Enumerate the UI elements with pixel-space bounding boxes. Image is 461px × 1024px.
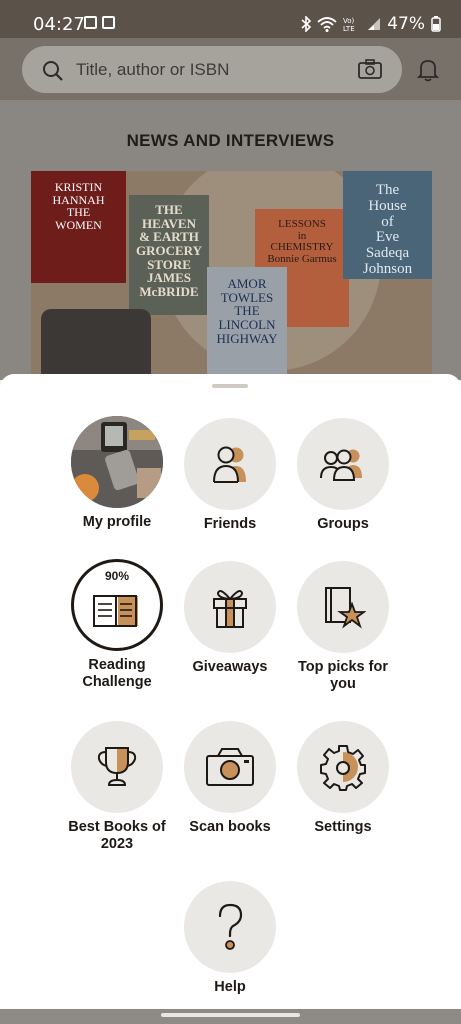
wifi-icon [317,17,337,32]
search-bar[interactable]: Title, author or ISBN [22,46,402,93]
battery-icon [431,16,441,32]
signal-icon [368,18,381,30]
menu-item-label: Friends [203,516,257,532]
friends-icon [213,446,246,483]
menu-item-scan-books[interactable]: Scan books [165,721,295,836]
menu-item-label: Groups [317,516,369,532]
menu-item-my-profile[interactable]: My profile [52,416,182,531]
best-books-circle [71,721,163,813]
menu-item-groups[interactable]: Groups [278,418,408,533]
search-icon [43,61,63,81]
drag-handle[interactable] [212,384,248,388]
system-icons: Vo) LTE 47% [301,14,441,34]
profile-photo [71,416,163,508]
gesture-nav-bar [0,1009,461,1024]
book-cover: The House of Eve Sadeqa Johnson [343,171,432,279]
question-icon [218,903,243,950]
groups-icon [320,449,362,481]
trophy-icon [97,747,137,786]
groups-circle [297,418,389,510]
image-icon [84,16,97,29]
menu-item-friends[interactable]: Friends [165,418,295,533]
feed-background: NEWS AND INTERVIEWS KRISTIN HANNAH THE WOME… [0,100,461,380]
svg-text:LTE: LTE [343,25,355,32]
book-star-icon [325,587,366,629]
typewriter-illustration [41,309,151,376]
menu-item-label: Best Books of 2023 [68,819,166,852]
menu-item-label: My profile [82,514,152,530]
menu-item-top-picks[interactable]: Top picks for you [278,561,408,693]
reading-challenge-circle: 90% [71,559,163,651]
menu-item-best-books[interactable]: Best Books of 2023 [52,721,182,853]
bell-icon[interactable] [417,58,439,82]
menu-item-giveaways[interactable]: Giveaways [165,561,295,676]
book-cover: THE HEAVEN & EARTH GROCERY STORE JAMES McBRIDE [129,195,209,315]
menu-item-label: Giveaways [192,659,268,675]
avatar [71,416,163,508]
menu-item-label: Reading Challenge [82,657,152,690]
search-placeholder: Title, author or ISBN [76,60,230,79]
news-banner[interactable]: KRISTIN HANNAH THE WOMEN THE HEAVEN & EARTH GR… [31,171,432,376]
camera-icon [206,748,254,786]
battery-percent: 47% [387,14,425,34]
menu-item-label: Scan books [189,819,271,835]
notification-icons [84,16,115,29]
camera-scan-icon[interactable] [358,59,382,79]
challenge-progress: 90% [104,569,130,583]
menu-sheet: My profile Friends Groups 90% Reading Ch… [0,374,461,1009]
menu-item-label: Settings [314,819,372,835]
top-bar: Title, author or ISBN [0,38,461,100]
bluetooth-icon [301,16,312,32]
svg-text:Vo): Vo) [343,17,355,25]
status-time: 04:27 [33,14,85,35]
menu-item-label: Top picks for you [298,659,388,692]
top-picks-circle [297,561,389,653]
open-book-icon [93,595,138,627]
help-circle [184,881,276,973]
scan-books-circle [184,721,276,813]
gift-icon [213,590,247,628]
book-cover: AMOR TOWLES THE LINCOLN HIGHWAY [207,267,287,376]
sim-icon [102,16,115,29]
menu-item-reading-challenge[interactable]: 90% Reading Challenge [52,559,182,691]
section-title: NEWS AND INTERVIEWS [126,131,335,150]
menu-item-settings[interactable]: Settings [278,721,408,836]
volte-icon: Vo)LTE [343,17,355,32]
home-indicator[interactable] [161,1013,300,1017]
menu-item-label: Help [214,979,246,995]
gear-icon [320,745,366,791]
menu-item-help[interactable]: Help [165,881,295,996]
giveaways-circle [184,561,276,653]
book-cover: KRISTIN HANNAH THE WOMEN [31,171,126,283]
friends-circle [184,418,276,510]
settings-circle [297,721,389,813]
